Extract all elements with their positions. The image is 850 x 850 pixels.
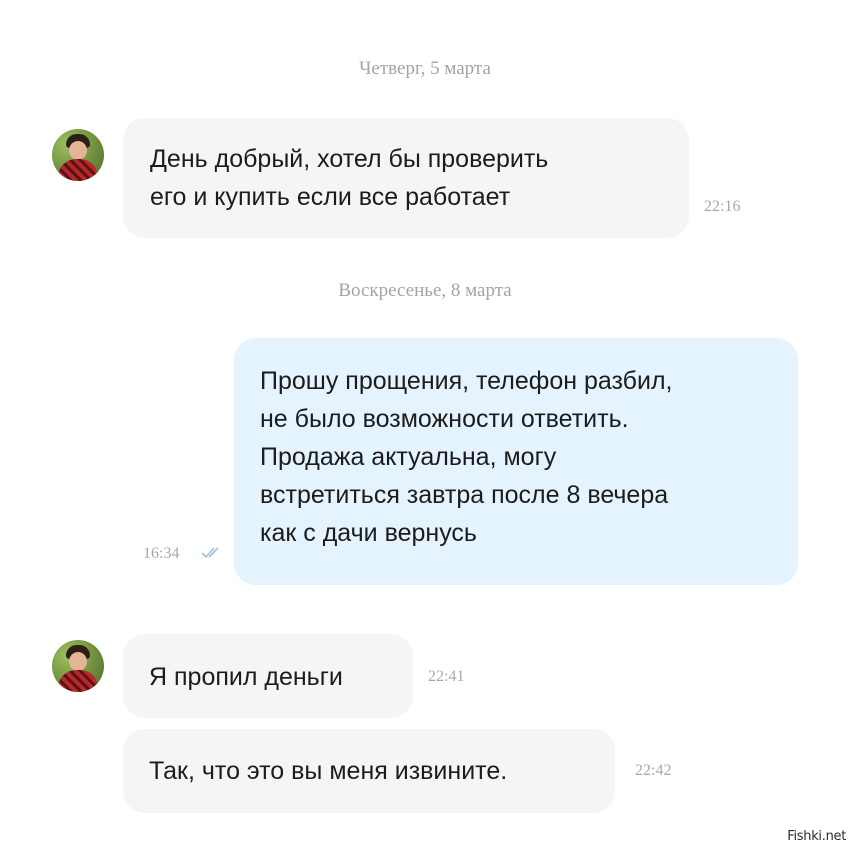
date-separator: Четверг, 5 марта bbox=[359, 58, 491, 79]
message-text-line: его и купить если все работает bbox=[150, 183, 511, 211]
message-time: 16:34 bbox=[143, 545, 180, 562]
message-bubble-incoming[interactable]: День добрый, хотел бы проверить его и ку… bbox=[123, 118, 689, 238]
message-text-line: как с дачи вернусь bbox=[260, 519, 477, 547]
message-bubble-outgoing[interactable]: Прошу прощения, телефон разбил, не было … bbox=[234, 338, 798, 585]
message-text-line: Продажа актуальна, могу bbox=[260, 443, 557, 471]
message-text-line: Я пропил деньги bbox=[149, 663, 343, 691]
double-check-icon bbox=[201, 547, 219, 559]
message-text-line: Прошу прощения, телефон разбил, bbox=[260, 367, 673, 395]
message-bubble-incoming[interactable]: Я пропил деньги bbox=[123, 634, 413, 718]
chat-thread: Четверг, 5 марта День добрый, хотел бы п… bbox=[0, 0, 850, 850]
date-separator: Воскресенье, 8 марта bbox=[338, 280, 512, 301]
message-text-line: встретиться завтра после 8 вечера bbox=[260, 481, 669, 509]
message-text-line: не было возможности ответить. bbox=[260, 405, 629, 433]
message-text-line: День добрый, хотел бы проверить bbox=[150, 145, 549, 173]
message-time: 22:41 bbox=[428, 668, 465, 685]
message-text-line: Так, что это вы меня извините. bbox=[149, 757, 508, 785]
user-avatar-icon[interactable] bbox=[52, 129, 104, 181]
message-time: 22:16 bbox=[704, 198, 741, 215]
user-avatar-icon[interactable] bbox=[52, 640, 104, 692]
watermark: Fishki.net bbox=[787, 829, 846, 844]
message-time: 22:42 bbox=[635, 762, 672, 779]
message-bubble-incoming[interactable]: Так, что это вы меня извините. bbox=[123, 729, 615, 813]
